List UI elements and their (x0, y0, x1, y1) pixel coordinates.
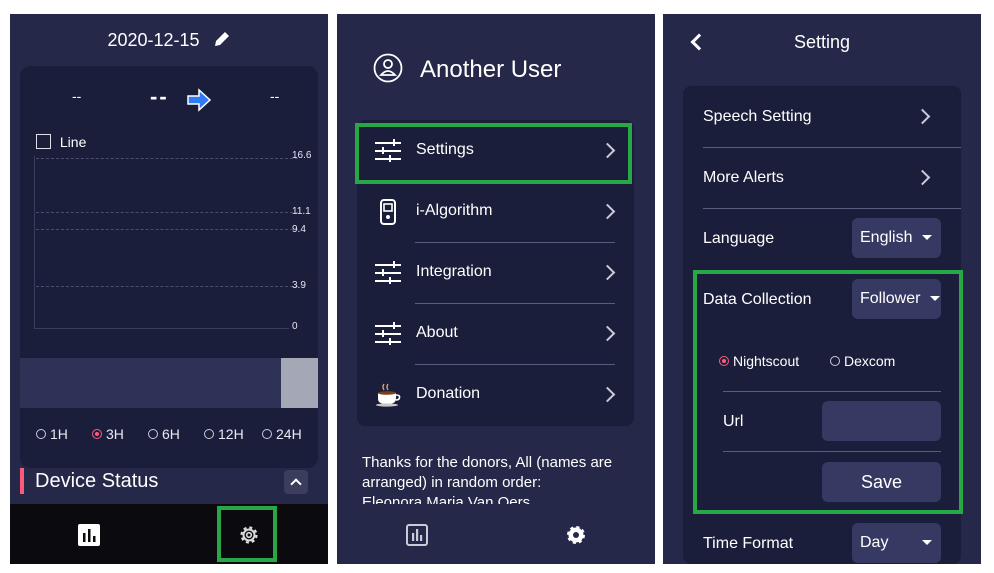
chart-icon[interactable] (78, 524, 100, 546)
chevron-right-icon (599, 325, 616, 342)
chevron-right-icon (599, 264, 616, 281)
sliders-icon (375, 321, 401, 347)
menu-item-label: Donation (416, 385, 481, 402)
left-reading: -- (72, 88, 82, 104)
date-label: 2020-12-15 (107, 30, 200, 50)
radio-circle-selected (92, 429, 102, 440)
line-toggle[interactable]: Line (36, 134, 86, 150)
radio-circle (262, 429, 272, 440)
caret-down-icon (922, 540, 932, 545)
time-format-value: Day (860, 534, 889, 551)
timeline-cursor[interactable] (281, 358, 318, 408)
range-option-1h[interactable]: 1H (36, 426, 68, 442)
range-label: 3H (106, 426, 124, 442)
screen-title: Setting (793, 32, 851, 52)
range-label: 12H (218, 426, 244, 442)
y-tick: 3.9 (292, 280, 306, 291)
gridline (36, 212, 298, 213)
chevron-right-icon (914, 108, 931, 125)
range-option-3h[interactable]: 3H (92, 426, 124, 442)
gear-icon[interactable] (564, 523, 588, 547)
data-collection-highlight (693, 270, 963, 514)
language-value: English (860, 229, 913, 246)
line-toggle-label: Line (59, 134, 87, 150)
menu-item-label: Integration (416, 263, 492, 280)
dashboard-screen: 2020-12-15 -- -- -- Line 16.6 11.1 9.4 3… (10, 14, 328, 564)
bottom-nav (337, 504, 655, 564)
center-reading: -- (150, 84, 169, 109)
line-checkbox[interactable] (36, 134, 51, 149)
coffee-cup-icon (376, 383, 401, 407)
language-label: Language (703, 230, 775, 247)
device-icon (380, 199, 396, 225)
row-divider (703, 208, 961, 209)
chevron-right-icon (599, 386, 616, 403)
user-avatar-icon (373, 53, 403, 83)
more-alerts-label: More Alerts (703, 169, 784, 186)
range-option-12h[interactable]: 12H (204, 426, 244, 442)
speech-setting-row[interactable]: Speech Setting (683, 86, 961, 147)
menu-item-donation[interactable]: Donation (357, 364, 632, 425)
device-status-accent (20, 468, 24, 494)
radio-circle (148, 429, 158, 440)
chevron-right-icon (599, 203, 616, 220)
y-tick: 0 (292, 321, 298, 332)
settings-item-highlight (355, 123, 632, 184)
caret-down-icon (922, 235, 932, 240)
gridline (36, 286, 298, 287)
chart-card: -- -- -- Line 16.6 11.1 9.4 3.9 0 1H 3H … (20, 66, 318, 468)
gridline (36, 158, 298, 159)
language-dropdown[interactable]: English (852, 218, 941, 258)
donors-intro: Thanks for the donors, All (names are ar… (362, 454, 613, 491)
menu-item-label: i-Algorithm (416, 202, 493, 219)
range-option-6h[interactable]: 6H (148, 426, 180, 442)
menu-item-i-algorithm[interactable]: i-Algorithm (357, 181, 632, 242)
more-alerts-row[interactable]: More Alerts (683, 147, 961, 208)
radio-circle (36, 429, 46, 440)
chevron-right-icon (914, 169, 931, 186)
gridline (36, 229, 298, 230)
y-tick: 9.4 (292, 224, 306, 235)
timeline-strip (20, 358, 318, 408)
chevron-up-icon (290, 478, 302, 490)
settings-screen: Setting Speech Setting More Alerts Langu… (663, 14, 981, 564)
menu-item-label: About (416, 324, 458, 341)
speech-setting-label: Speech Setting (703, 108, 812, 125)
user-name: Another User (420, 56, 562, 83)
menu-item-integration[interactable]: Integration (357, 242, 632, 303)
range-label: 24H (276, 426, 302, 442)
chart-icon[interactable] (406, 524, 428, 546)
menu-item-about[interactable]: About (357, 303, 632, 364)
range-option-24h[interactable]: 24H (262, 426, 302, 442)
radio-circle (204, 429, 214, 440)
range-label: 1H (50, 426, 68, 442)
time-format-dropdown[interactable]: Day (852, 523, 941, 563)
bottom-nav (10, 504, 328, 564)
sliders-icon (375, 260, 401, 286)
trend-arrow-icon (187, 88, 212, 112)
settings-tab-highlight (217, 506, 277, 562)
menu-screen: Another User Settings i-Algorithm Integr… (337, 14, 655, 564)
pencil-icon[interactable] (213, 30, 231, 48)
time-format-label: Time Format (703, 535, 794, 552)
right-reading: -- (270, 88, 280, 104)
chart-area (34, 156, 289, 329)
y-tick: 16.6 (292, 150, 312, 161)
y-tick: 11.1 (292, 206, 311, 217)
collapse-button[interactable] (284, 470, 308, 494)
device-status-title: Device Status (35, 470, 159, 492)
range-label: 6H (162, 426, 180, 442)
